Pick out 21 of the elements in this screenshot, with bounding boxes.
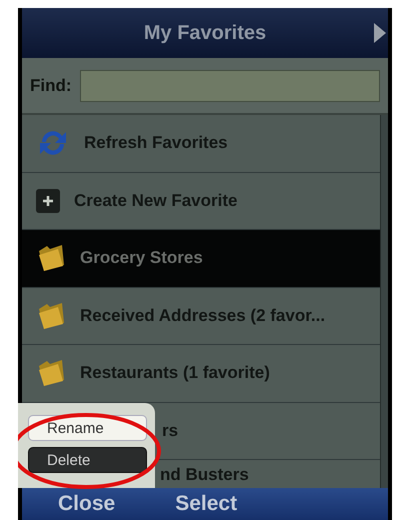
list-item[interactable]: Received Addresses (2 favor...: [22, 288, 380, 345]
softkey-button[interactable]: Select: [175, 488, 238, 520]
find-field[interactable]: [80, 70, 380, 102]
folder-icon: [36, 300, 66, 331]
window-title: My Favorites: [144, 22, 266, 44]
plus-icon: [36, 188, 60, 213]
folder-icon: [36, 358, 66, 388]
menu-item[interactable]: Delete: [28, 447, 147, 473]
list-item[interactable]: Grocery Stores: [22, 230, 380, 288]
right-arrow-icon[interactable]: [374, 23, 386, 43]
item-label: Grocery Stores: [80, 248, 203, 268]
softkey-button[interactable]: Close: [58, 488, 116, 520]
item-label: nd Busters: [160, 464, 249, 484]
item-label: Refresh Favorites: [84, 133, 228, 154]
find-label: Find:: [30, 76, 72, 96]
folder-icon: [36, 243, 66, 274]
list-item[interactable]: Refresh Favorites: [22, 115, 380, 172]
item-label: rs: [162, 420, 178, 441]
item-label: Create New Favorite: [74, 190, 238, 211]
item-label: Restaurants (1 favorite): [80, 363, 270, 384]
item-label: Received Addresses (2 favor...: [80, 306, 326, 326]
